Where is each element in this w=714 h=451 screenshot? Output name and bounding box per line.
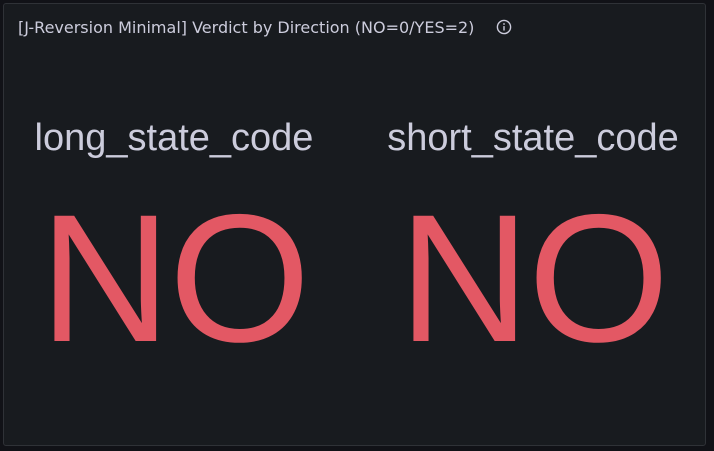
panel-header[interactable]: [J-Reversion Minimal] Verdict by Directi…	[18, 16, 512, 38]
stat-name-label: long_state_code	[34, 117, 314, 159]
stat-panel: [J-Reversion Minimal] Verdict by Directi…	[3, 3, 706, 446]
stat-name-label: short_state_code	[387, 117, 679, 159]
stat-value: NO	[39, 176, 311, 380]
stat-value: NO	[398, 176, 670, 380]
stat-long-state-code[interactable]: long_state_code NO	[20, 116, 328, 380]
panel-title[interactable]: [J-Reversion Minimal] Verdict by Directi…	[18, 18, 474, 37]
info-icon[interactable]	[496, 19, 512, 35]
stat-short-state-code[interactable]: short_state_code NO	[370, 116, 696, 380]
